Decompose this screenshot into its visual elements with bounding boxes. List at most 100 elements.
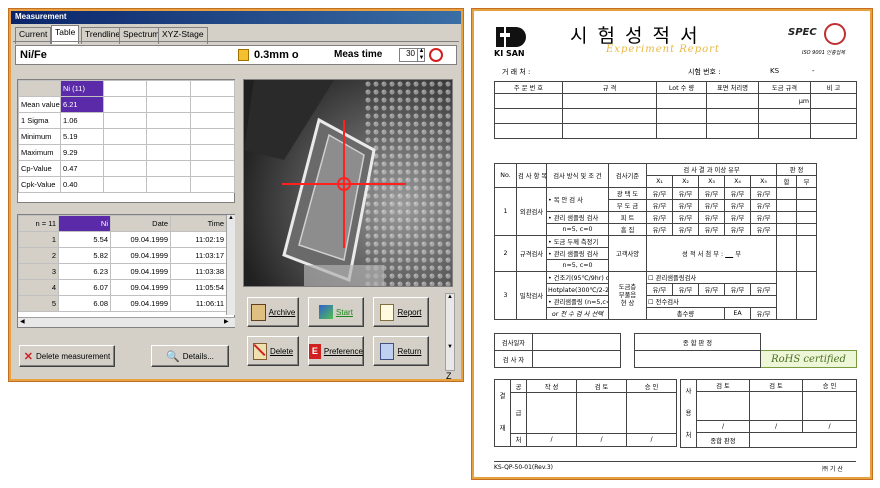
cell-date: 09.04.1999 [110,295,171,312]
stat-label: Cpk-Value [18,176,61,193]
order-header: 비 고 [810,81,857,94]
criteria: 고객사양 [608,235,647,272]
preference-label: Preference [323,346,363,356]
close-icon: ✕ [23,350,33,363]
table-row[interactable]: 1 5.54 09.04.1999 11:02:19 [18,231,227,248]
overall-judgment-label: 종합 판정 [696,432,750,448]
cell-time: 11:03:38 [170,263,227,280]
scroll-right-icon[interactable]: ▶ [224,318,229,325]
verdict-pass: 합 [776,175,798,188]
section-method: • 목 안 검 사 [546,187,609,212]
preference-button[interactable]: E Preference [308,336,364,366]
side-scroll-up-icon[interactable]: ▲ [446,294,454,300]
header-bar: Ni/Fe 0.3mm o Meas time 30 ▲ ▼ [15,45,457,65]
return-label: Return [397,346,422,356]
approval-col: 작 성 [526,378,577,394]
section-no: 3 [494,271,517,320]
scroll-left-icon[interactable]: ◀ [20,318,25,325]
cell-ni: 6.23 [58,263,111,280]
table-row[interactable]: 2 5.82 09.04.1999 11:03:17 [18,247,227,264]
order-header: 도금 규격 [758,81,811,94]
delete-measurement-button[interactable]: ✕ Delete measurement [19,345,115,367]
col-header-date[interactable]: Date [110,215,171,232]
stat-value: 5.19 [60,128,104,145]
approval-col: 승 인 [626,378,677,394]
cell-ni: 5.82 [58,247,111,264]
table-row[interactable]: 3 6.23 09.04.1999 11:03:38 [18,263,227,280]
ok-ng: 유/무 [724,199,751,212]
return-button[interactable]: Return [373,336,429,366]
cell-time: 11:05:54 [170,279,227,296]
side-scroll-down-icon[interactable]: ▼ [446,344,454,350]
tab-divider [13,41,459,42]
section-item: 규격검사 [516,235,547,272]
stat-value: 0.47 [60,160,104,177]
client-label: 거 래 처 : [502,68,531,76]
stat-value[interactable]: 6.21 [60,96,104,113]
measurement-window: Measurement Current Table Trendline Spec… [9,9,463,381]
timer-icon[interactable] [429,48,443,62]
cell-ni: 6.08 [58,295,111,312]
details-button[interactable]: 🔍 Details... [151,345,229,367]
ok-ng: 유/무 [749,223,778,236]
cell-time: 11:03:17 [170,247,227,264]
inspect-header: 검사 방식 및 조 건 [546,163,609,188]
order-header: Lot 수 량 [656,81,707,94]
ok-ng: 유/무 [672,223,699,236]
inspect-header: 검 사 항 목 [516,163,547,188]
row-number: 3 [18,263,59,280]
stats-column-header[interactable]: Ni (11) [60,80,104,97]
option-full[interactable]: 전수검사 [656,299,679,306]
inspect-header: 검사기준 [608,163,647,188]
archive-icon [250,303,266,321]
result-suffix: 부 [735,251,741,258]
ok-ng: 유/무 [698,211,725,224]
user-approval-table: 사용처 검 토 검 토 승 인 / / / 종합 판정 [680,379,857,448]
test-no-label: 시험 번호 : [688,68,721,76]
scroll-up-icon[interactable]: ▲ [227,215,235,221]
archive-button[interactable]: Archive [247,297,299,327]
order-header: 표면 처리명 [706,81,759,94]
section-method: • 관리샘플링 (n=5,c=0) [546,295,609,308]
delete-measurement-label: Delete measurement [35,351,111,361]
measurements-panel: n = 11 Ni Date Time 1 5.54 09.04.1999 11:02… [17,214,235,328]
meas-time-spinner[interactable]: ▲ ▼ [417,48,425,62]
stats-panel: Ni (11) Mean value 6.21 1 Sigma 1.06 Minim… [17,79,235,203]
measurements-vscroll[interactable]: ▲ [226,215,235,315]
report-button[interactable]: Report [373,297,429,327]
supplier-approval-table: 결재 공 작 성 검 토 승 인 급 처 / / / [494,378,677,448]
cell-time: 11:02:19 [170,231,227,248]
ok-ng: 유/무 [724,211,751,224]
ok-ng: 유/무 [724,187,751,200]
stat-label: Mean value [18,96,61,113]
col-header-ni[interactable]: Ni [58,215,111,232]
measurements-hscroll[interactable]: ◀ ▶ [18,317,235,327]
ok-ng: 유/무 [724,283,751,296]
option-sampling[interactable]: 관리샘플링검사 [656,275,697,282]
col-header-n[interactable]: n = 11 [18,215,59,232]
delete-icon [252,342,267,360]
window-title: Measurement [11,11,461,24]
user-role: 용 [685,409,692,417]
kisan-logo [496,25,526,49]
delete-label: Delete [269,346,294,356]
criteria: 피 트 [608,211,647,224]
ok-ng: 유/무 [672,199,699,212]
date-slash: / [749,420,803,433]
start-button[interactable]: Start [308,297,364,327]
camera-view[interactable] [243,79,453,287]
side-scrollbar[interactable]: ▲ ▼ [445,293,455,371]
delete-button[interactable]: Delete [247,336,299,366]
start-icon [319,305,334,319]
criteria: 흠 집 [608,223,647,236]
table-row[interactable]: 4 6.07 09.04.1999 11:05:54 [18,279,227,296]
approval-col: 검 토 [749,379,803,392]
section-method: or 전 수 검 사 선택 [546,307,609,320]
table-row[interactable]: 5 6.08 09.04.1999 11:06:11 [18,295,227,312]
experiment-report-document: KI SAN 시 험 성 적 서 Experiment Report SPEC … [472,9,872,479]
section-method: • 도금 두께 측정기 [546,235,609,248]
meas-time-label: Meas time [334,49,383,60]
report-icon [380,303,395,321]
ok-ng: 유/무 [698,199,725,212]
col-header-time[interactable]: Time [170,215,227,232]
